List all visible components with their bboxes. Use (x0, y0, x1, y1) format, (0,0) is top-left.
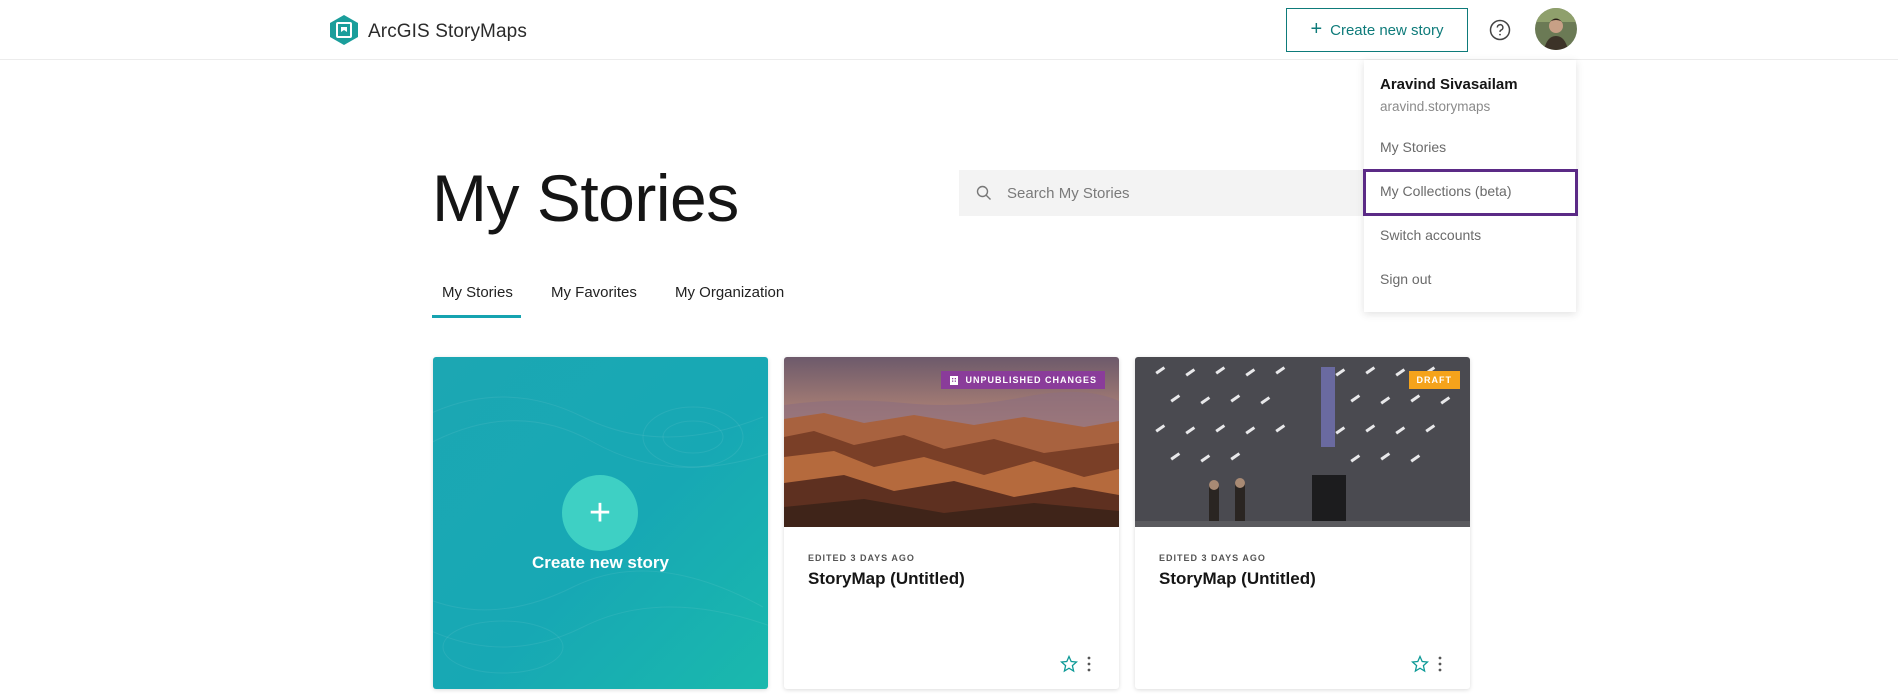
search-bar (959, 170, 1371, 216)
story-edited-meta: EDITED 3 DAYS AGO (808, 553, 915, 563)
favorite-star-icon[interactable] (1411, 655, 1429, 673)
story-card[interactable]: DRAFT EDITED 3 DAYS AGO StoryMap (Untitl… (1135, 357, 1470, 689)
status-badge: UNPUBLISHED CHANGES (941, 371, 1105, 389)
avatar[interactable] (1535, 8, 1577, 50)
page-title: My Stories (432, 161, 739, 235)
storymaps-logo-icon[interactable] (329, 14, 359, 46)
plus-icon: + (1310, 18, 1323, 40)
plus-icon: + (562, 475, 638, 551)
account-username: aravind.storymaps (1380, 99, 1491, 114)
menu-item-sign-out[interactable]: Sign out (1380, 271, 1431, 287)
search-icon (976, 185, 991, 200)
tab-my-organization[interactable]: My Organization (675, 284, 784, 318)
create-story-card-label: Create new story (532, 553, 669, 572)
help-icon[interactable] (1489, 19, 1511, 41)
story-thumbnail: DRAFT (1135, 357, 1470, 527)
highlight-box (1363, 169, 1578, 216)
status-badge: DRAFT (1408, 371, 1460, 389)
building-icon (950, 376, 959, 385)
user-avatar-icon (1535, 8, 1577, 50)
search-input[interactable] (1007, 170, 1357, 216)
favorite-star-icon[interactable] (1060, 655, 1078, 673)
story-card[interactable]: UNPUBLISHED CHANGES EDITED 3 DAYS AGO St… (784, 357, 1119, 689)
story-thumbnail: UNPUBLISHED CHANGES (784, 357, 1119, 527)
story-title[interactable]: StoryMap (Untitled) (1159, 569, 1316, 589)
create-story-card[interactable]: + Create new story (433, 357, 768, 689)
story-edited-meta: EDITED 3 DAYS AGO (1159, 553, 1266, 563)
account-name: Aravind Sivasailam (1380, 76, 1518, 93)
create-new-story-button[interactable]: + Create new story (1286, 8, 1468, 52)
create-new-story-label: Create new story (1330, 21, 1444, 39)
tab-my-stories[interactable]: My Stories (432, 284, 521, 318)
top-header: ArcGIS StoryMaps + Create new story (0, 0, 1898, 60)
brand-name[interactable]: ArcGIS StoryMaps (368, 21, 527, 43)
more-options-icon[interactable] (1435, 655, 1445, 673)
menu-item-switch-accounts[interactable]: Switch accounts (1380, 227, 1481, 243)
status-badge-label: UNPUBLISHED CHANGES (965, 375, 1097, 385)
story-title[interactable]: StoryMap (Untitled) (808, 569, 965, 589)
menu-item-my-stories[interactable]: My Stories (1380, 139, 1446, 155)
tab-my-favorites[interactable]: My Favorites (551, 284, 637, 318)
more-options-icon[interactable] (1084, 655, 1094, 673)
